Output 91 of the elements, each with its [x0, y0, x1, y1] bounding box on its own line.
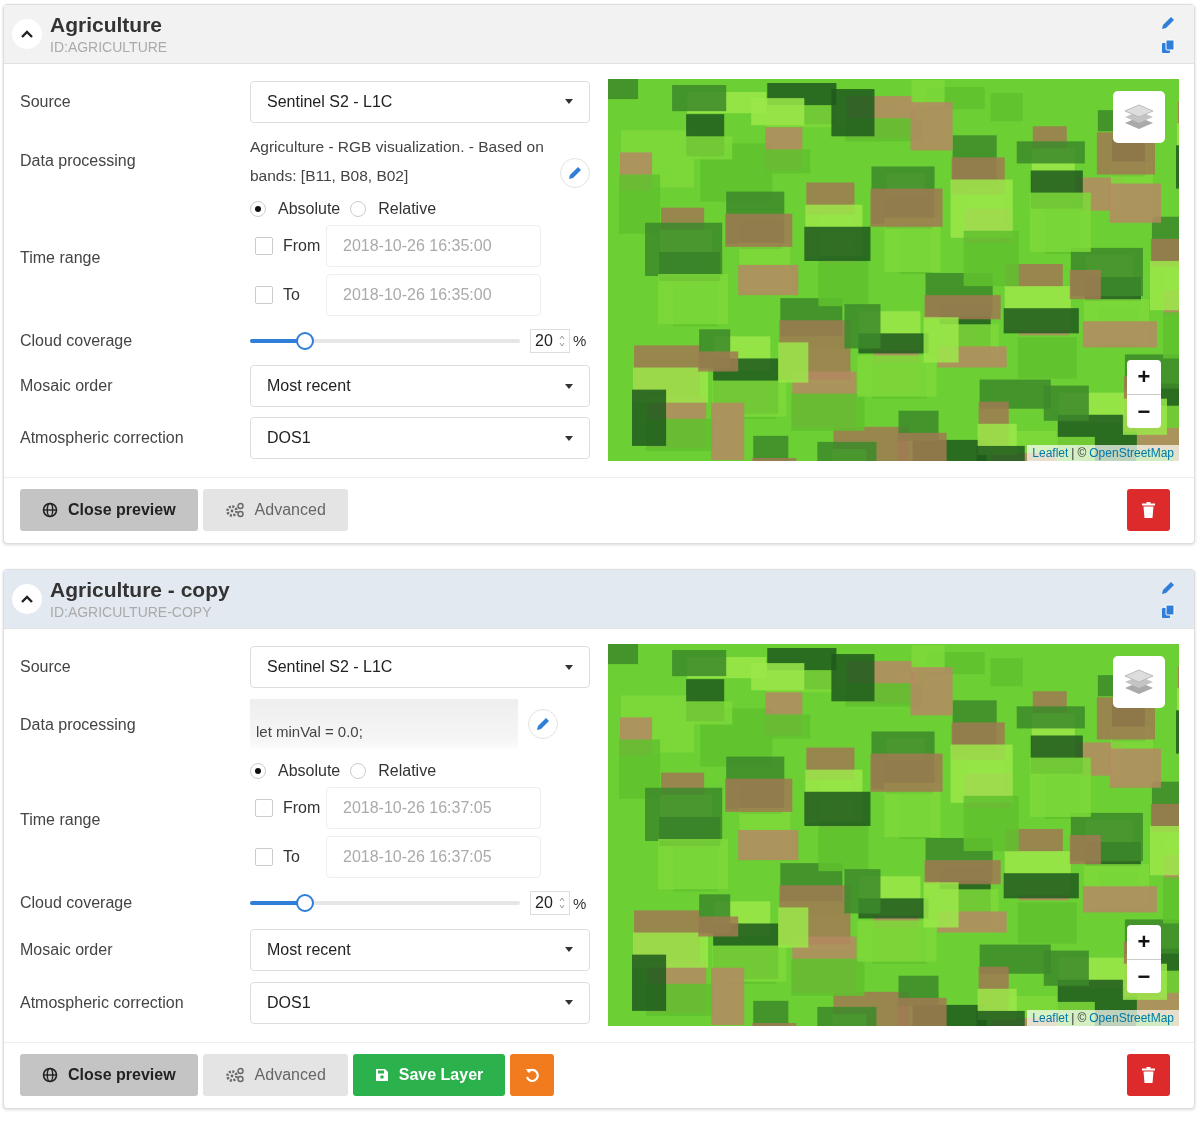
field-label: Source — [20, 92, 72, 111]
copy-icon[interactable] — [1161, 38, 1175, 54]
layers-button[interactable] — [1113, 91, 1165, 143]
close-preview-button[interactable]: Close preview — [20, 1054, 198, 1096]
unit-label: % — [573, 894, 587, 912]
separator: | — [1071, 446, 1075, 460]
field-label: Cloud coverage — [20, 331, 134, 350]
source-select[interactable]: Sentinel S2 - L1C — [250, 80, 590, 123]
radio-label: Relative — [378, 761, 437, 780]
attribution-link[interactable]: Leaflet — [1032, 1011, 1069, 1025]
correction-select[interactable]: DOS1 — [250, 981, 590, 1024]
layer-id: ID:AGRICULTURE — [50, 39, 169, 55]
zoom-in-button[interactable]: + — [1127, 360, 1161, 394]
advanced-button[interactable]: Advanced — [202, 1054, 348, 1096]
trash-icon — [1142, 1067, 1155, 1083]
gears-icon — [224, 502, 245, 518]
number-field[interactable]: 20 — [530, 328, 570, 353]
collapse-button[interactable] — [12, 19, 42, 49]
trash-icon — [1142, 502, 1155, 518]
globe-icon — [42, 502, 58, 518]
checkbox[interactable] — [255, 798, 273, 817]
radio-label: Absolute — [278, 761, 341, 780]
field-label: Atmospheric correction — [20, 993, 185, 1012]
source-select[interactable]: Sentinel S2 - L1C — [250, 646, 590, 689]
pencil-icon — [535, 716, 551, 732]
edit-button[interactable] — [560, 158, 590, 189]
attribution-link[interactable]: Leaflet — [1032, 446, 1069, 460]
undo-icon — [524, 1067, 541, 1083]
globe-icon — [42, 1067, 58, 1083]
field-label: Time range — [20, 249, 102, 268]
field-label: Cloud coverage — [20, 894, 134, 913]
edit-button[interactable] — [528, 709, 558, 739]
copyright-sign: © — [1077, 446, 1087, 460]
zoom-out-button[interactable]: − — [1127, 394, 1161, 428]
copyright-sign: © — [1077, 1011, 1087, 1025]
slider[interactable] — [250, 331, 520, 350]
field-label: Mosaic order — [20, 377, 114, 396]
checkbox[interactable] — [255, 286, 273, 305]
checkbox[interactable] — [255, 237, 273, 256]
slider[interactable] — [250, 894, 520, 913]
layer-title: Agriculture - copy — [50, 578, 231, 602]
slider-thumb[interactable] — [296, 894, 314, 913]
advanced-button[interactable]: Advanced — [202, 489, 348, 531]
mosaic-select[interactable]: Most recent — [250, 929, 590, 971]
checkbox[interactable] — [255, 847, 273, 866]
collapse-button[interactable] — [12, 584, 42, 614]
separator: | — [1071, 1011, 1075, 1025]
layer-id: ID:AGRICULTURE-COPY — [50, 604, 213, 620]
layers-button[interactable] — [1113, 656, 1165, 708]
field-label: Mosaic order — [20, 941, 114, 959]
attribution-link[interactable]: OpenStreetMap — [1089, 1011, 1174, 1025]
field-label: Data processing — [20, 152, 137, 171]
radio-label: Absolute — [278, 200, 341, 219]
number-field[interactable]: 20 — [530, 891, 570, 916]
delete-button[interactable] — [1127, 489, 1170, 531]
checkbox-label: From — [283, 237, 322, 256]
chevron-up-icon — [20, 594, 34, 604]
pencil-icon[interactable] — [1160, 14, 1176, 31]
pencil-icon — [567, 165, 583, 182]
zoom-out-button[interactable]: − — [1127, 959, 1161, 993]
datetime-field[interactable]: 2018-10-26 16:37:05 — [326, 835, 541, 878]
field-label: Source — [20, 658, 72, 677]
pencil-icon[interactable] — [1160, 579, 1176, 596]
layer-title: Agriculture — [50, 13, 163, 37]
close-preview-button[interactable]: Close preview — [20, 489, 198, 531]
slider-thumb[interactable] — [296, 331, 314, 350]
datetime-field[interactable]: 2018-10-26 16:35:00 — [326, 225, 541, 268]
chevron-up-icon — [20, 29, 34, 39]
copy-icon[interactable] — [1161, 603, 1175, 619]
zoom-in-button[interactable]: + — [1127, 925, 1161, 959]
field-label: Time range — [20, 810, 102, 829]
layers-icon — [1123, 103, 1155, 131]
spinner-icon — [559, 334, 565, 347]
checkbox-label: From — [283, 798, 322, 817]
checkbox-label: To — [283, 847, 301, 866]
radio-label: Relative — [378, 200, 437, 219]
datetime-field[interactable]: 2018-10-26 16:35:00 — [326, 274, 541, 317]
attribution-link[interactable]: OpenStreetMap — [1089, 446, 1174, 460]
field-label: Atmospheric correction — [20, 429, 185, 448]
processing-description: Agriculture - RGB visualization. - Based on bands: [B11, B08, B02] — [250, 137, 545, 187]
spinner-icon — [559, 897, 565, 910]
mosaic-select[interactable]: Most recent — [250, 365, 590, 408]
field-label: Data processing — [20, 716, 137, 734]
correction-select[interactable]: DOS1 — [250, 417, 590, 460]
checkbox-label: To — [283, 286, 301, 305]
datetime-field[interactable]: 2018-10-26 16:37:05 — [326, 786, 541, 829]
delete-button[interactable] — [1127, 1054, 1170, 1096]
gears-icon — [224, 1067, 245, 1083]
layers-icon — [1123, 668, 1155, 696]
unit-label: % — [573, 332, 587, 350]
undo-button[interactable] — [510, 1054, 555, 1096]
